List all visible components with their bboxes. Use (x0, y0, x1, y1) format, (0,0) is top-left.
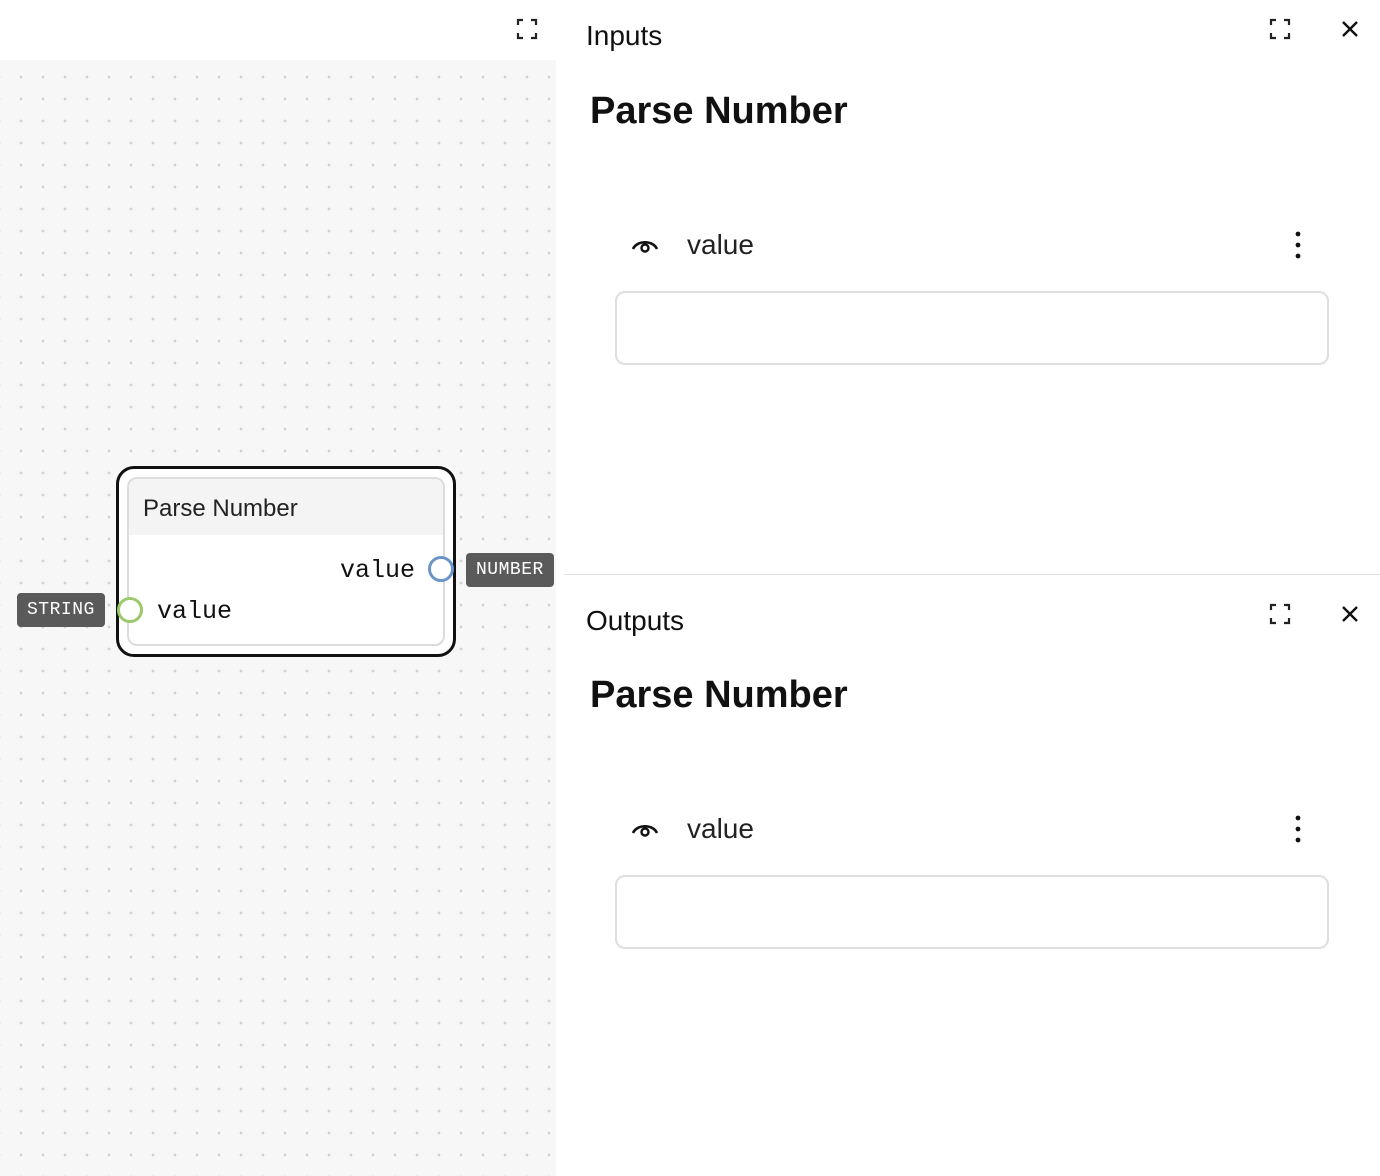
field-label: value (687, 229, 754, 260)
expand-icon (1269, 18, 1291, 40)
field-row-value: value (626, 226, 1316, 266)
outputs-panel: Outputs Parse Number value (556, 575, 1380, 1176)
node-heading: Parse Number (590, 90, 848, 132)
field-row-value: value (626, 810, 1316, 850)
inputs-expand-button[interactable] (1265, 14, 1295, 44)
node-title: Parse Number (129, 479, 443, 535)
node-heading: Parse Number (590, 674, 848, 716)
inputs-panel: Inputs Parse Number value (556, 0, 1380, 575)
close-icon (1342, 21, 1358, 37)
panel-title: Inputs (586, 20, 663, 51)
panel-title: Outputs (586, 605, 685, 636)
eye-icon (631, 240, 659, 253)
value-output[interactable] (615, 875, 1329, 949)
graph-canvas[interactable]: Parse Number value NUMBER STRING value (0, 60, 556, 1176)
input-port-label: value (157, 597, 233, 626)
outputs-close-button[interactable] (1335, 599, 1365, 629)
eye-icon (631, 824, 659, 837)
visibility-toggle[interactable] (630, 814, 660, 844)
input-type-badge: STRING (17, 593, 105, 627)
more-vertical-icon (1295, 231, 1301, 259)
output-port[interactable] (428, 556, 454, 582)
output-type-badge: NUMBER (466, 553, 554, 587)
more-vertical-icon (1295, 815, 1301, 843)
inputs-close-button[interactable] (1335, 14, 1365, 44)
expand-icon (1269, 603, 1291, 625)
output-port-label: value (340, 556, 416, 585)
outputs-expand-button[interactable] (1265, 599, 1295, 629)
visibility-toggle[interactable] (630, 230, 660, 260)
input-port[interactable] (117, 597, 143, 623)
field-menu-button[interactable] (1283, 814, 1313, 844)
expand-icon (516, 18, 538, 40)
field-label: value (687, 813, 754, 844)
value-input[interactable] (615, 291, 1329, 365)
canvas-header (0, 0, 556, 60)
close-icon (1342, 606, 1358, 622)
field-menu-button[interactable] (1283, 230, 1313, 260)
canvas-expand-button[interactable] (512, 14, 542, 44)
